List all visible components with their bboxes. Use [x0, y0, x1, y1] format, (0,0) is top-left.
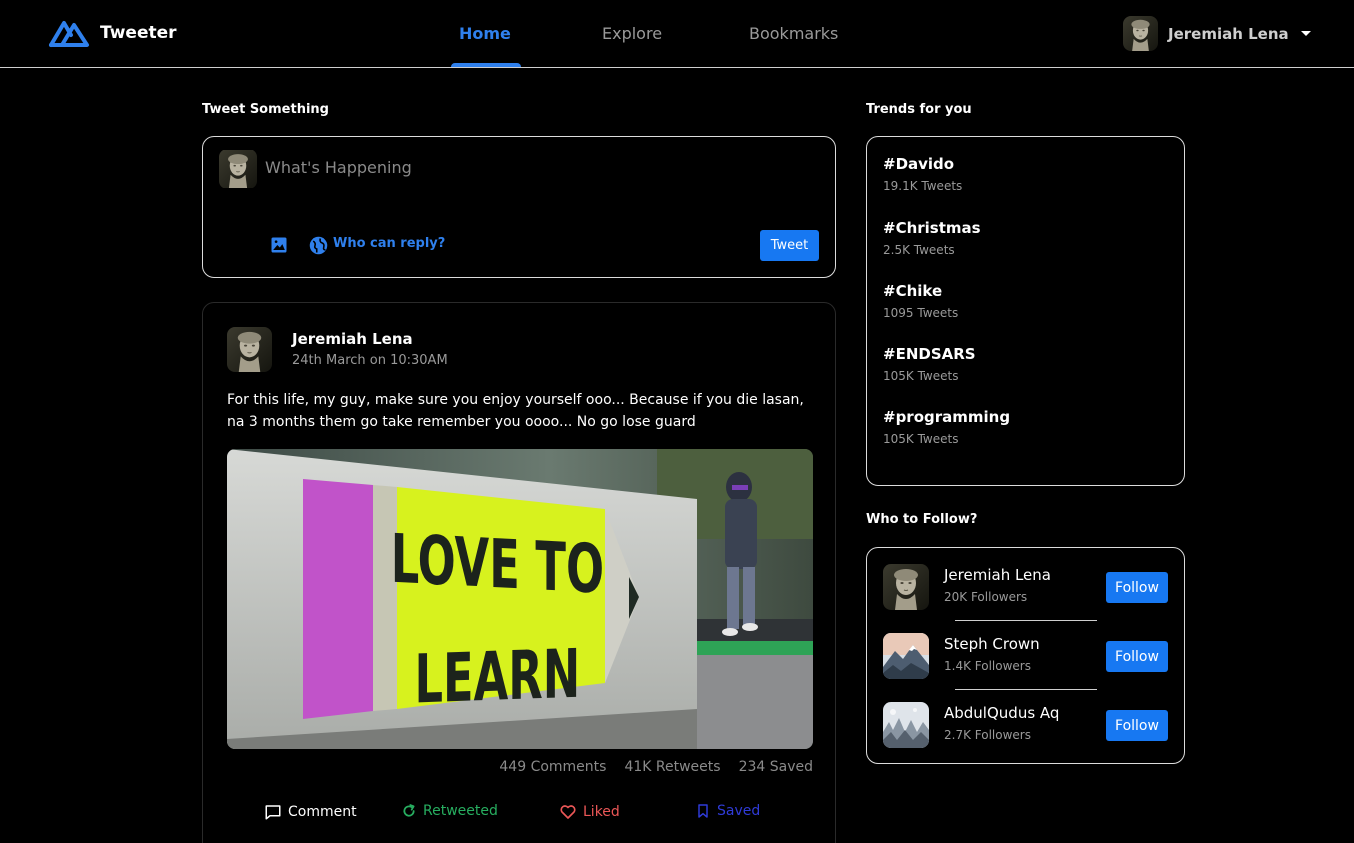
suggestion-name[interactable]: Jeremiah Lena: [944, 566, 1051, 584]
suggestion-name[interactable]: AbdulQudus Aq: [944, 704, 1059, 722]
avatar: [883, 564, 929, 610]
trend-tag: #Chike: [883, 282, 943, 300]
trend-item[interactable]: #Chike 1095 Tweets: [883, 282, 958, 320]
divider: [955, 620, 1097, 621]
trend-count: 1095 Tweets: [883, 306, 959, 320]
suggestion-followers: 20K Followers: [944, 590, 1028, 604]
suggestion-followers: 2.7K Followers: [944, 728, 1031, 742]
suggestion-name[interactable]: Steph Crown: [944, 635, 1040, 653]
save-button[interactable]: Saved: [695, 803, 760, 819]
trend-tag: #programming: [883, 408, 1011, 426]
tweet-button[interactable]: Tweet: [760, 230, 819, 261]
trend-tag: #ENDSARS: [883, 345, 976, 363]
tweeter-logo-icon: [49, 21, 89, 47]
saved-count: 234 Saved: [738, 759, 813, 775]
user-name: Jeremiah Lena: [1168, 24, 1289, 43]
follow-suggestion: Jeremiah Lena 20K Followers Follow: [883, 564, 1169, 610]
follow-title: Who to Follow?: [866, 512, 978, 527]
follow-suggestion: AbdulQudus Aq 2.7K Followers Follow: [883, 702, 1169, 748]
tab-home[interactable]: Home: [459, 24, 511, 43]
trend-item[interactable]: #Davido 19.1K Tweets: [883, 155, 962, 193]
avatar: [1123, 16, 1158, 51]
globe-icon[interactable]: [308, 235, 329, 256]
post-author[interactable]: Jeremiah Lena: [292, 330, 413, 348]
tab-explore[interactable]: Explore: [602, 24, 662, 43]
avatar: [883, 702, 929, 748]
image-icon[interactable]: [269, 235, 289, 255]
post-text: For this life, my guy, make sure you enj…: [227, 392, 804, 430]
follow-button[interactable]: Follow: [1106, 572, 1168, 603]
tab-bookmarks[interactable]: Bookmarks: [749, 24, 838, 43]
like-label: Liked: [583, 804, 620, 820]
trends-panel: #Davido 19.1K Tweets #Christmas 2.5K Twe…: [866, 136, 1185, 486]
trends-title: Trends for you: [866, 102, 972, 117]
bookmark-icon: [698, 804, 708, 818]
app-name: Tweeter: [100, 23, 177, 43]
retweet-icon: [403, 804, 415, 817]
trend-count: 2.5K Tweets: [883, 243, 955, 257]
comment-label: Comment: [288, 804, 357, 820]
tweet-input[interactable]: [265, 155, 805, 179]
retweets-count: 41K Retweets: [624, 759, 721, 775]
avatar: [883, 633, 929, 679]
follow-button[interactable]: Follow: [1106, 710, 1168, 741]
love-to-learn-sign: LOVE TO LEARN: [227, 449, 813, 749]
retweet-label: Retweeted: [423, 803, 498, 819]
tweet-card: Jeremiah Lena 24th March on 10:30AM For …: [202, 302, 836, 843]
save-label: Saved: [717, 803, 761, 819]
who-can-reply-link[interactable]: Who can reply?: [333, 236, 445, 251]
brand[interactable]: Tweeter: [48, 18, 177, 48]
trend-item[interactable]: #Christmas 2.5K Tweets: [883, 219, 981, 257]
comment-icon: [265, 805, 281, 820]
post-stats: 449 Comments 41K Retweets 234 Saved: [227, 759, 813, 775]
compose-title: Tweet Something: [202, 102, 329, 117]
post-image[interactable]: LOVE TO LEARN: [227, 449, 813, 749]
compose-box: Who can reply? Tweet: [202, 136, 836, 278]
trend-tag: #Davido: [883, 155, 955, 173]
who-to-follow-panel: Jeremiah Lena 20K Followers Follow Steph…: [866, 547, 1185, 764]
post-date: 24th March on 10:30AM: [292, 353, 448, 368]
trend-item[interactable]: #programming 105K Tweets: [883, 408, 1010, 446]
divider: [955, 689, 1097, 690]
caret-down-icon[interactable]: [1300, 31, 1311, 36]
active-tab-indicator: [451, 63, 521, 67]
trend-count: 105K Tweets: [883, 432, 959, 446]
comment-button[interactable]: Comment: [264, 803, 357, 821]
image-text-line2: LEARN: [415, 635, 581, 718]
trend-item[interactable]: #ENDSARS 105K Tweets: [883, 345, 976, 383]
avatar: [227, 327, 272, 372]
trend-count: 105K Tweets: [883, 369, 959, 383]
image-text-line1: LOVE TO: [391, 520, 604, 609]
retweet-button[interactable]: Retweeted: [401, 803, 498, 819]
top-navbar: Tweeter Home Explore Bookmarks Jeremiah …: [0, 0, 1354, 68]
avatar: [219, 149, 257, 189]
user-menu[interactable]: Jeremiah Lena: [1123, 16, 1311, 51]
follow-suggestion: Steph Crown 1.4K Followers Follow: [883, 633, 1169, 679]
suggestion-followers: 1.4K Followers: [944, 659, 1031, 673]
trend-tag: #Christmas: [883, 219, 981, 237]
follow-button[interactable]: Follow: [1106, 641, 1168, 672]
trend-count: 19.1K Tweets: [883, 179, 963, 193]
heart-icon: [560, 805, 576, 819]
like-button[interactable]: Liked: [559, 803, 620, 821]
comments-count: 449 Comments: [499, 759, 607, 775]
post-actions: Comment Retweeted Liked Saved: [227, 803, 813, 823]
